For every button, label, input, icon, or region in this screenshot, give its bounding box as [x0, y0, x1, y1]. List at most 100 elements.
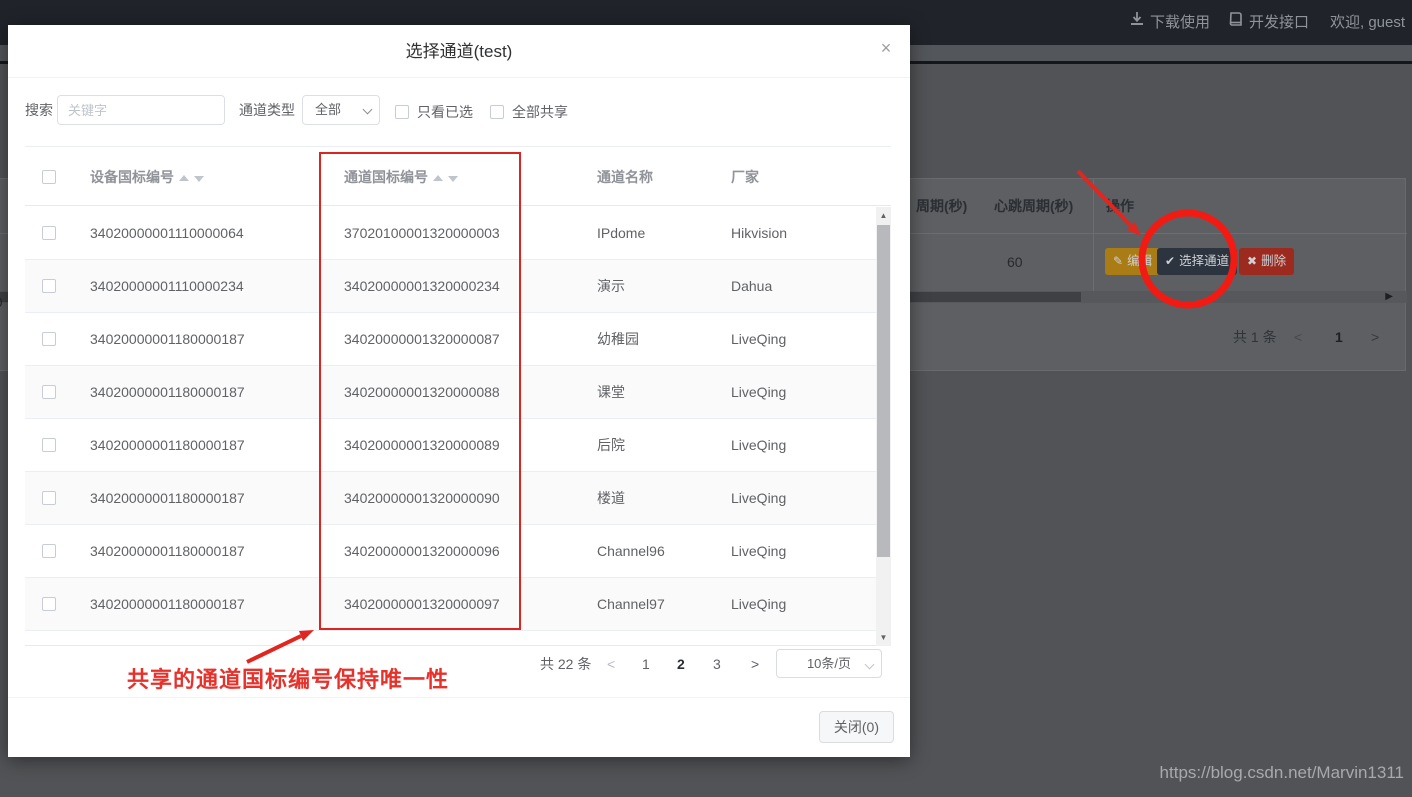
page-2-button[interactable]: 2 [677, 648, 685, 680]
page-1-button[interactable]: 1 [642, 648, 650, 680]
channel-name: Channel96 [597, 543, 665, 559]
checkbox-box[interactable] [395, 105, 409, 119]
checkbox-box[interactable] [490, 105, 504, 119]
channel-id: 37020100001320000003 [344, 225, 500, 241]
delete-button[interactable]: ✖ 删除 [1239, 248, 1295, 275]
watermark-url: https://blog.csdn.net/Marvin1311 [1159, 763, 1404, 782]
close-dialog-button[interactable]: 关闭(0) [818, 711, 894, 743]
scroll-up-icon[interactable]: ▲ [876, 211, 891, 220]
table-row[interactable]: 34020000001180000187 3402000000132000009… [25, 525, 876, 578]
table-row[interactable]: 34020000001180000187 3402000000132000009… [25, 578, 876, 631]
row-checkbox[interactable] [42, 279, 56, 293]
search-label: 搜索 [25, 102, 53, 118]
device-id: 34020000001180000187 [90, 490, 245, 506]
page-size-select[interactable]: 10条/页 [776, 649, 882, 678]
table-row[interactable]: 34020000001180000187 3402000000132000009… [25, 472, 876, 525]
next-page-button[interactable]: > [751, 648, 759, 680]
table-body: 34020000001110000064 3702010000132000000… [25, 207, 876, 646]
close-icon[interactable]: × [876, 38, 896, 58]
bg-col-actions: 操作 [1106, 198, 1134, 214]
table-row[interactable]: 34020000001180000187 3402000000132000008… [25, 313, 876, 366]
nav-download-link[interactable]: 下载使用 [1130, 0, 1210, 45]
scrollbar-thumb[interactable] [877, 225, 890, 557]
share-all-checkbox[interactable]: 全部共享 [490, 102, 568, 122]
modal-pagination: 共 22 条 < 1 2 3 > 10条/页 [8, 648, 910, 680]
channel-id: 34020000001320000089 [344, 437, 500, 453]
nav-welcome[interactable]: 欢迎, guest [1330, 0, 1405, 45]
bg-heartbeat-value: 60 [1007, 254, 1023, 270]
select-all-checkbox[interactable] [42, 170, 56, 184]
chevron-down-icon [362, 104, 373, 115]
channel-id: 34020000001320000088 [344, 384, 500, 400]
chevron-down-icon [864, 659, 875, 670]
select-channel-button[interactable]: ✔ 选择通道 [1157, 248, 1238, 275]
row-checkbox[interactable] [42, 544, 56, 558]
table-row[interactable]: 34020000001110000064 3702010000132000000… [25, 207, 876, 260]
scroll-right-arrow[interactable]: ▶ [1385, 291, 1393, 303]
table-row[interactable]: 34020000001180000187 3402000000132000008… [25, 419, 876, 472]
channel-name: 幼稚园 [597, 331, 639, 347]
prev-page-button[interactable]: < [607, 648, 615, 680]
device-id: 34020000001180000187 [90, 596, 245, 612]
vendor: LiveQing [731, 543, 787, 559]
bg-col-period: 周期(秒) [916, 198, 968, 214]
row-checkbox[interactable] [42, 438, 56, 452]
bg-next-page[interactable]: > [1371, 303, 1379, 371]
table-header-row: 设备国标编号 通道国标编号 通道名称 厂家 [25, 146, 891, 206]
row-checkbox[interactable] [42, 226, 56, 240]
channel-name: 演示 [597, 278, 625, 294]
dialog-footer: 关闭(0) [8, 697, 910, 757]
nav-api-link[interactable]: 开发接口 [1229, 0, 1309, 45]
screen: 下载使用 开发接口 欢迎, guest 周期(秒) 心跳周期(秒) 操作 60 … [0, 0, 1412, 797]
col-channel-id[interactable]: 通道国标编号 [344, 147, 458, 207]
selected-only-checkbox[interactable]: 只看已选 [395, 102, 473, 122]
device-id: 34020000001110000234 [90, 278, 244, 294]
search-input[interactable] [57, 95, 225, 125]
channel-type-select[interactable]: 全部 [302, 95, 380, 125]
selected-only-label: 只看已选 [417, 104, 473, 120]
row-checkbox[interactable] [42, 332, 56, 346]
dialog-title: 选择通道(test) [405, 42, 513, 61]
select-channel-dialog: 选择通道(test) × 搜索 通道类型 全部 只看已选 全部共享 设备国标编号… [8, 25, 910, 757]
delete-label: 删除 [1261, 254, 1287, 268]
row-checkbox[interactable] [42, 597, 56, 611]
channel-type-label: 通道类型 [239, 102, 295, 118]
channel-name: 楼道 [597, 490, 625, 506]
select-channel-label: 选择通道 [1179, 254, 1230, 268]
row-checkbox[interactable] [42, 385, 56, 399]
sort-desc-icon[interactable] [448, 176, 458, 182]
channel-type-value: 全部 [315, 102, 342, 117]
bg-prev-page[interactable]: < [1294, 303, 1302, 371]
row-checkbox[interactable] [42, 491, 56, 505]
share-all-label: 全部共享 [512, 104, 568, 120]
nav-welcome-label: 欢迎, guest [1330, 14, 1406, 31]
channel-id: 34020000001320000234 [344, 278, 500, 294]
page-3-button[interactable]: 3 [713, 648, 721, 680]
channel-name: Channel97 [597, 596, 665, 612]
bg-number-fragment: 00 [0, 294, 4, 310]
sort-desc-icon[interactable] [194, 176, 204, 182]
vendor: LiveQing [731, 490, 787, 506]
scroll-down-icon[interactable]: ▼ [876, 633, 891, 642]
bg-column-separator [1093, 179, 1094, 291]
vertical-scrollbar[interactable]: ▲ ▼ [876, 207, 891, 646]
bg-page-1[interactable]: 1 [1335, 303, 1343, 371]
vendor: LiveQing [731, 437, 787, 453]
channel-name: 课堂 [597, 384, 625, 400]
col-device-id[interactable]: 设备国标编号 [90, 147, 204, 207]
sort-asc-icon[interactable] [433, 175, 443, 181]
channel-id: 34020000001320000097 [344, 596, 500, 612]
channel-id: 34020000001320000096 [344, 543, 500, 559]
channel-id: 34020000001320000090 [344, 490, 500, 506]
table-row[interactable]: 34020000001180000187 3402000000132000008… [25, 366, 876, 419]
table-row[interactable]: 34020000001110000234 3402000000132000023… [25, 260, 876, 313]
edit-button[interactable]: ✎ 编辑 [1105, 248, 1161, 275]
edit-label: 编辑 [1127, 254, 1153, 268]
vendor: LiveQing [731, 596, 787, 612]
sort-asc-icon[interactable] [179, 175, 189, 181]
device-id: 34020000001110000064 [90, 225, 244, 241]
channel-table: 设备国标编号 通道国标编号 通道名称 厂家 340200000011100000… [25, 146, 891, 646]
vendor: LiveQing [731, 384, 787, 400]
device-id: 34020000001180000187 [90, 437, 245, 453]
device-id: 34020000001180000187 [90, 384, 245, 400]
